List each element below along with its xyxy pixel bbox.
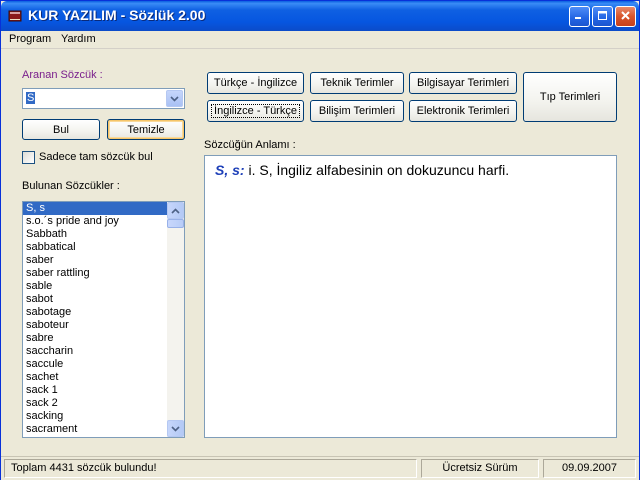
exact-match-checkbox[interactable] <box>22 151 35 164</box>
dict-technical-button[interactable]: Teknik Terimler <box>310 72 404 94</box>
search-combo[interactable]: S <box>22 88 185 109</box>
dict-tr-en-button[interactable]: Türkçe - İngilizce <box>207 72 304 94</box>
results-label: Bulunan Sözcükler : <box>22 180 120 192</box>
minimize-icon <box>574 10 585 24</box>
status-bar: Toplam 4431 sözcük bulundu! Ücretsiz Sür… <box>1 456 639 480</box>
list-item[interactable]: sacrament <box>23 423 168 436</box>
list-item[interactable]: sacking <box>23 410 168 423</box>
list-item[interactable]: saccule <box>23 358 168 371</box>
list-item[interactable]: saber rattling <box>23 267 168 280</box>
meaning-definition: i. S, İngiliz alfabesinin on dokuzuncu h… <box>244 162 510 178</box>
results-list[interactable]: S, s s.o.´s pride and joy Sabbath sabbatica… <box>22 201 185 438</box>
list-item[interactable]: sack 1 <box>23 384 168 397</box>
list-item[interactable]: saccharin <box>23 345 168 358</box>
menu-bar: Program Yardım <box>1 31 639 49</box>
list-item[interactable]: sabbatical <box>23 241 168 254</box>
chevron-up-icon <box>171 205 180 217</box>
search-input[interactable]: S <box>26 92 36 104</box>
dict-informatics-label: Bilişim Terimleri <box>318 105 396 117</box>
chevron-down-icon <box>170 93 179 105</box>
list-item[interactable]: sack 2 <box>23 397 168 410</box>
results-list-items: S, s s.o.´s pride and joy Sabbath sabbatica… <box>23 202 168 436</box>
list-item[interactable]: Sabbath <box>23 228 168 241</box>
status-license: Ücretsiz Sürüm <box>421 459 539 478</box>
status-date: 09.09.2007 <box>543 459 636 478</box>
maximize-icon <box>597 10 608 24</box>
clear-button-label: Temizle <box>127 123 165 136</box>
dict-medical-label: Tıp Terimleri <box>539 91 601 103</box>
scroll-up-button[interactable] <box>167 202 184 219</box>
window-title: KUR YAZILIM - Sözlük 2.00 <box>28 7 206 23</box>
find-button-label: Bul <box>53 123 69 136</box>
app-window: KUR YAZILIM - Sözlük 2.00 Program Yardım… <box>0 0 640 480</box>
menu-program[interactable]: Program <box>9 33 51 45</box>
search-dropdown-button[interactable] <box>166 90 183 107</box>
dict-electronic-label: Elektronik Terimleri <box>416 105 510 117</box>
find-button[interactable]: Bul <box>22 119 100 140</box>
dict-informatics-button[interactable]: Bilişim Terimleri <box>310 100 404 122</box>
list-item[interactable]: s.o.´s pride and joy <box>23 215 168 228</box>
list-item[interactable]: S, s <box>23 202 168 215</box>
close-icon <box>620 10 631 24</box>
status-count: Toplam 4431 sözcük bulundu! <box>4 459 417 478</box>
dict-en-tr-label: İngilizce - Türkçe <box>211 104 300 118</box>
chevron-down-icon <box>171 423 180 435</box>
dict-medical-button[interactable]: Tıp Terimleri <box>523 72 617 122</box>
search-label: Aranan Sözcük : <box>22 69 103 81</box>
menu-help[interactable]: Yardım <box>61 33 96 45</box>
list-item[interactable]: sachet <box>23 371 168 384</box>
list-item[interactable]: sable <box>23 280 168 293</box>
close-button[interactable] <box>615 6 636 27</box>
dict-computer-label: Bilgisayar Terimleri <box>416 77 510 89</box>
dict-computer-button[interactable]: Bilgisayar Terimleri <box>409 72 517 94</box>
dict-technical-label: Teknik Terimler <box>320 77 394 89</box>
list-item[interactable]: sabotage <box>23 306 168 319</box>
book-icon <box>7 8 23 24</box>
dict-en-tr-button[interactable]: İngilizce - Türkçe <box>207 100 304 122</box>
list-item[interactable]: sabot <box>23 293 168 306</box>
title-bar[interactable]: KUR YAZILIM - Sözlük 2.00 <box>1 1 639 31</box>
meaning-panel[interactable]: S, s: i. S, İngiliz alfabesinin on dokuz… <box>204 155 617 438</box>
clear-button[interactable]: Temizle <box>107 119 185 140</box>
list-item[interactable]: saber <box>23 254 168 267</box>
scroll-thumb[interactable] <box>167 219 184 228</box>
dict-electronic-button[interactable]: Elektronik Terimleri <box>409 100 517 122</box>
scroll-down-button[interactable] <box>167 420 184 437</box>
maximize-button[interactable] <box>592 6 613 27</box>
meaning-headword: S, s: <box>215 162 245 178</box>
minimize-button[interactable] <box>569 6 590 27</box>
meaning-label: Sözcüğün Anlamı : <box>204 139 296 151</box>
exact-match-label[interactable]: Sadece tam sözcük bul <box>39 151 153 163</box>
list-item[interactable]: saboteur <box>23 319 168 332</box>
meaning-text: S, s: i. S, İngiliz alfabesinin on dokuz… <box>215 162 509 178</box>
dict-tr-en-label: Türkçe - İngilizce <box>213 77 298 89</box>
list-item[interactable]: sabre <box>23 332 168 345</box>
results-scrollbar[interactable] <box>167 202 184 437</box>
